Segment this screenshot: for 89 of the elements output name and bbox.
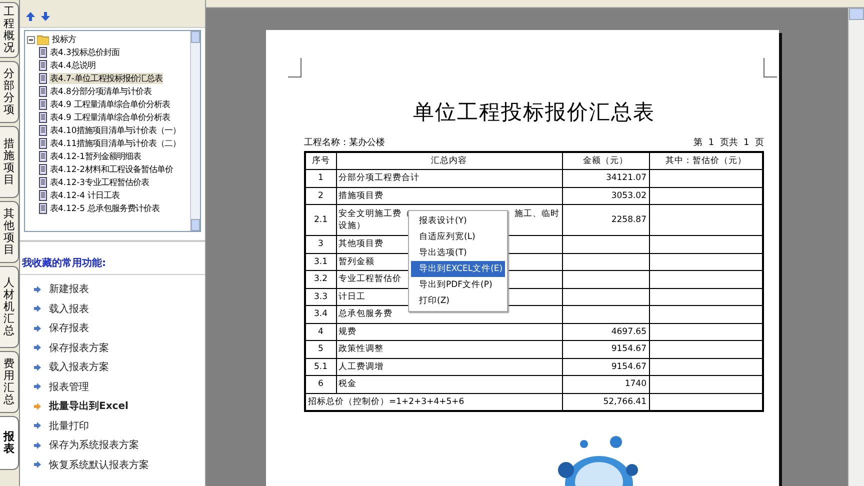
table-cell: 3.3: [305, 288, 336, 306]
table-cell: 设施）: [338, 221, 366, 231]
tree-item[interactable]: 表4.9 工程量清单综合单价分析表: [49, 99, 171, 110]
document-icon: [39, 99, 47, 110]
page-number: 第 1 页共 1 页: [694, 136, 764, 149]
table-cell: 分部分项工程费合计: [336, 170, 562, 187]
table-cell: 9154.67: [562, 340, 649, 358]
collapse-icon[interactable]: [27, 36, 35, 44]
favorites-title: 我收藏的常用功能:: [20, 256, 205, 275]
side-tab[interactable]: 报表: [0, 416, 19, 470]
favorite-link[interactable]: 恢复系统默认报表方案: [34, 456, 205, 473]
tree-item[interactable]: 表4.12-3专业工程暂估价表: [49, 177, 150, 188]
favorite-link[interactable]: 保存报表方案: [34, 340, 205, 356]
tree-item[interactable]: 表4.8分部分项清单与计价表: [49, 86, 152, 97]
tree-item[interactable]: 表4.4总说明: [49, 60, 96, 71]
down-arrow-icon[interactable]: [41, 12, 50, 21]
table-cell: 4697.65: [562, 323, 649, 340]
side-tab[interactable]: 工程概况: [0, 2, 19, 58]
document-icon: [39, 73, 47, 84]
table-cell: 3053.02: [562, 187, 649, 204]
table-cell: 34121.07: [562, 170, 649, 187]
document-icon: [39, 151, 47, 162]
tree-item[interactable]: 表4.12-1暂列金额明细表: [49, 151, 142, 162]
table-cell: 3.4: [305, 306, 336, 323]
table-cell: 3.2: [305, 270, 336, 288]
tree-item[interactable]: 表4.12-2材料和工程设备暂估单价: [49, 164, 174, 175]
menu-item[interactable]: 导出到EXCEL文件(E): [411, 261, 505, 277]
tree-item[interactable]: 表4.7-单位工程投标报价汇总表: [49, 73, 164, 84]
table-cell: 税金: [336, 376, 562, 393]
tree-item[interactable]: 表4.3投标总价封面: [49, 47, 120, 58]
favorite-link[interactable]: 载入报表: [34, 300, 205, 317]
table-cell: 1: [305, 170, 336, 187]
margin-mark-icon: [763, 58, 777, 78]
project-name: 工程名称：某办公楼: [304, 136, 385, 149]
side-tab[interactable]: 分部分项: [0, 61, 19, 123]
up-arrow-icon[interactable]: [26, 12, 35, 21]
table-cell: 2.1: [305, 204, 336, 236]
column-header: 汇总内容: [336, 152, 562, 170]
table-cell: 6: [305, 376, 336, 393]
table-cell: 9154.67: [562, 358, 649, 376]
table-cell: 施工、临时: [514, 208, 560, 220]
document-icon: [39, 112, 47, 123]
menu-item[interactable]: 报表设计(Y): [411, 213, 505, 229]
document-icon: [39, 86, 47, 97]
tree-item[interactable]: 表4.9 工程量清单综合单价分析表: [49, 112, 171, 123]
side-tab[interactable]: 其他项目: [0, 201, 19, 263]
document-icon: [39, 138, 47, 149]
document-icon: [39, 47, 47, 58]
tree-item[interactable]: 表4.12-4 计日工表: [49, 190, 121, 201]
table-cell: 招标总价（控制价）=1+2+3+4+5+6: [305, 393, 562, 410]
table-cell: 3.1: [305, 253, 336, 270]
tree-item[interactable]: 投标方: [51, 34, 77, 45]
favorite-link[interactable]: 新建报表: [34, 281, 205, 298]
document-icon: [39, 203, 47, 214]
favorite-link[interactable]: 保存报表: [34, 320, 205, 336]
table-cell: 规费: [336, 323, 562, 340]
table-cell: 2: [305, 187, 336, 204]
tree-item[interactable]: 表4.10措施项目清单与计价表（一）: [49, 125, 182, 136]
margin-mark-icon: [288, 58, 302, 78]
table-cell: 1740: [562, 376, 649, 393]
side-tab[interactable]: 费用汇总: [0, 351, 19, 413]
folder-icon: [37, 34, 49, 44]
favorite-link[interactable]: 批量导出到Excel: [34, 398, 205, 414]
document-icon: [39, 60, 47, 71]
favorite-link[interactable]: 载入报表方案: [34, 359, 205, 376]
table-cell: 4: [305, 323, 336, 340]
table-cell: 2258.87: [562, 204, 649, 236]
table-cell: 措施项目费: [336, 187, 562, 204]
table-cell: 政策性调整: [336, 340, 562, 358]
side-tab[interactable]: 人材机汇总: [0, 266, 19, 348]
tree-item[interactable]: 表4.11措施项目清单与计价表（二）: [49, 138, 182, 149]
scrollbar[interactable]: [848, 8, 864, 486]
table-cell: 人工费调增: [336, 358, 562, 376]
table-cell: 5: [305, 340, 336, 358]
favorite-link[interactable]: 批量打印: [34, 418, 205, 434]
document-icon: [39, 164, 47, 175]
column-header: 金额（元）: [562, 152, 649, 170]
report-title: 单位工程投标报价汇总表: [412, 99, 656, 126]
document-icon: [39, 125, 47, 136]
document-icon: [39, 190, 47, 201]
column-header: 序号: [305, 152, 336, 170]
scrollbar[interactable]: [190, 31, 200, 231]
favorite-link[interactable]: 报表管理: [34, 378, 205, 395]
document-icon: [39, 177, 47, 188]
table-cell: 5.1: [305, 358, 336, 376]
side-tab[interactable]: 措施项目: [0, 126, 19, 198]
tree-item[interactable]: 表4.12-5 总承包服务费计价表: [49, 203, 161, 214]
favorite-link[interactable]: 保存为系统报表方案: [34, 437, 205, 454]
table-cell: 3: [305, 236, 336, 253]
